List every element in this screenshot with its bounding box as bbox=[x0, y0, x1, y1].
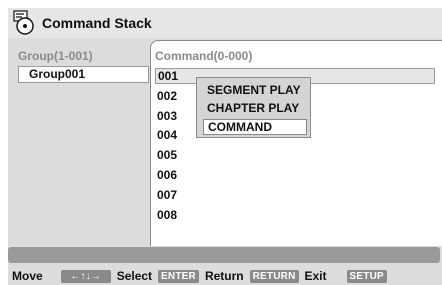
select-label: Select bbox=[116, 269, 153, 283]
command-row[interactable]: 003 bbox=[155, 108, 183, 124]
exit-label: Exit bbox=[304, 269, 327, 283]
command-row[interactable]: 002 bbox=[155, 88, 183, 104]
command-stack-screen: Command Stack Group(1-001) Group001 Comm… bbox=[8, 8, 442, 285]
disc-icon bbox=[12, 10, 38, 36]
setup-key-icon: SETUP bbox=[346, 269, 387, 283]
popup-item-chapter-play[interactable]: CHAPTER PLAY bbox=[203, 100, 299, 116]
command-type-popup: SEGMENT PLAY CHAPTER PLAY COMMAND bbox=[196, 77, 311, 138]
group-panel-header: Group(1-001) bbox=[18, 49, 93, 63]
move-label: Move bbox=[12, 269, 43, 283]
move-key-icon: ←↑↓→ bbox=[60, 269, 111, 283]
status-bar bbox=[8, 247, 440, 263]
command-panel-header: Command(0-000) bbox=[155, 49, 253, 63]
command-row[interactable]: 008 bbox=[155, 207, 183, 223]
command-row[interactable]: 006 bbox=[155, 167, 183, 183]
help-bar: Move ←↑↓→ Select ENTER Return RETURN Exi… bbox=[8, 267, 442, 285]
page-title: Command Stack bbox=[42, 15, 152, 31]
command-row[interactable]: 005 bbox=[155, 147, 183, 163]
popup-item-command[interactable]: COMMAND bbox=[203, 119, 307, 135]
return-label: Return bbox=[204, 269, 244, 283]
command-row[interactable]: 004 bbox=[155, 127, 183, 143]
popup-item-segment-play[interactable]: SEGMENT PLAY bbox=[203, 82, 301, 98]
group-list-item[interactable]: Group001 bbox=[18, 66, 149, 83]
command-panel: Command(0-000) 001 002 003 004 005 006 0… bbox=[150, 40, 442, 246]
title-bar: Command Stack bbox=[8, 8, 442, 38]
return-key-icon: RETURN bbox=[249, 269, 299, 283]
command-row[interactable]: 007 bbox=[155, 187, 183, 203]
enter-key-icon: ENTER bbox=[158, 269, 199, 283]
